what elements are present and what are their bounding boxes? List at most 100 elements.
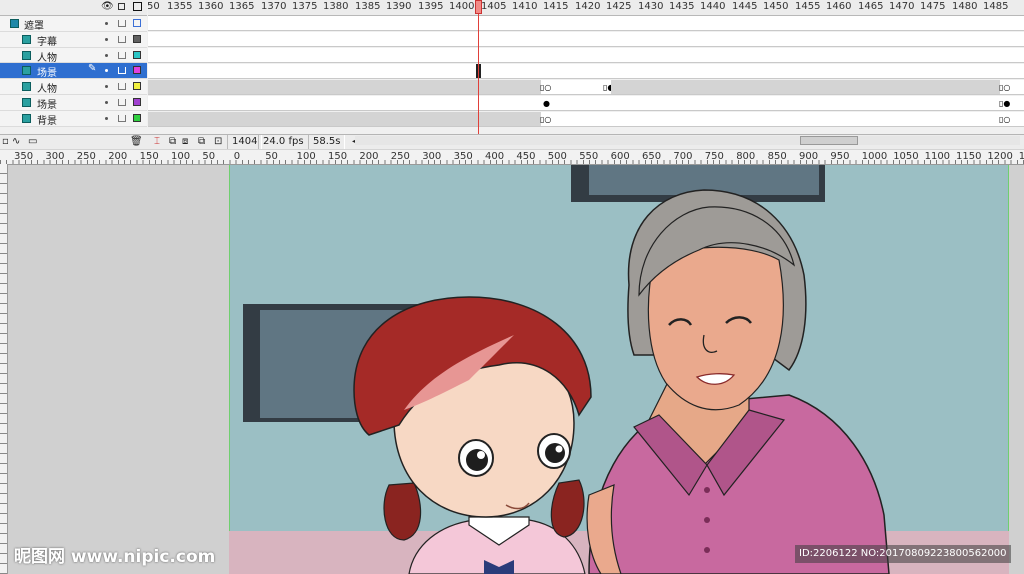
frame-number: 1440 (700, 1, 726, 12)
frame-number: 1445 (732, 1, 758, 12)
layer-row[interactable]: 场景 (0, 94, 147, 111)
stage-vertical-ruler (0, 164, 8, 574)
layer-list: 遮罩 字幕 人物 场景 ✎ 人物 场景 背景 (0, 16, 147, 127)
keyframe-marker[interactable]: ● (543, 99, 550, 108)
onion-outline-icon[interactable]: ⧈ (182, 135, 188, 149)
frame-number: 1370 (261, 1, 287, 12)
lock-icon[interactable] (118, 3, 125, 10)
layer-row[interactable]: 人物 (0, 47, 147, 64)
frame-row[interactable] (148, 32, 1024, 47)
layer-row[interactable]: 遮罩 (0, 16, 147, 32)
frame-row[interactable] (148, 16, 1024, 31)
layer-row-selected[interactable]: 场景 ✎ (0, 63, 147, 79)
watermark-text: 昵图网 www.nipic.com (14, 547, 216, 567)
lock-icon[interactable] (118, 67, 126, 75)
frame-number: 1410 (512, 1, 538, 12)
girl-eye-highlight (555, 445, 563, 453)
ruler-number: 850 (767, 151, 787, 162)
frame-number: 1360 (198, 1, 224, 12)
frame-number: 1355 (167, 1, 193, 12)
ruler-number: 250 (76, 151, 96, 162)
visibility-dot[interactable] (105, 100, 108, 104)
pencil-icon: ✎ (88, 63, 97, 75)
layer-color-swatch[interactable] (133, 50, 141, 59)
layer-color-swatch[interactable] (133, 113, 141, 122)
layer-color-swatch[interactable] (133, 97, 141, 106)
lock-icon[interactable] (118, 20, 126, 27)
lock-icon[interactable] (118, 114, 126, 122)
frame-row[interactable]: ▯○ ▯● ▯○ (148, 80, 1024, 95)
frame-rate[interactable]: 24.0 fps (258, 135, 309, 149)
edit-multiple-frames-icon[interactable]: ⧉ (198, 135, 205, 149)
tween-span (148, 80, 541, 94)
visibility-dot[interactable] (105, 53, 108, 57)
girl-braid-left (383, 482, 422, 541)
layer-row[interactable]: 背景 (0, 110, 147, 127)
onion-skin-icon[interactable]: ⧉ (169, 135, 176, 149)
visibility-dot[interactable] (105, 116, 108, 120)
eye-icon[interactable]: 👁 (101, 1, 114, 12)
frame-number: 1470 (889, 1, 915, 12)
keyframe-marker[interactable]: ▯○ (999, 115, 1010, 124)
lock-icon[interactable] (118, 98, 126, 106)
frame-number: 1450 (763, 1, 789, 12)
tween-span (148, 112, 541, 126)
layer-row[interactable]: 人物 (0, 79, 147, 95)
modify-markers-icon[interactable]: ⊡ (214, 135, 222, 149)
layer-color-swatch[interactable] (133, 19, 141, 27)
frame-ruler[interactable]: 50 1355 1360 1365 1370 1375 1380 1385 13… (148, 0, 1024, 16)
playhead[interactable] (475, 0, 482, 14)
stage-canvas[interactable] (229, 165, 1009, 574)
layer-name: 场景 (37, 68, 57, 80)
outline-icon[interactable] (133, 2, 142, 11)
frame-row[interactable]: ● ▯● (148, 96, 1024, 111)
shirt-button (704, 487, 710, 493)
keyframe-marker[interactable]: ▯○ (540, 115, 551, 124)
tween-span (611, 80, 1000, 94)
keyframe-marker[interactable]: ▯○ (540, 83, 551, 92)
visibility-dot[interactable] (105, 37, 108, 41)
layer-icon (22, 97, 31, 107)
frame-row[interactable] (148, 48, 1024, 63)
layer-name: 遮罩 (24, 21, 44, 32)
frame-row[interactable] (148, 64, 1024, 79)
frame-number: 1385 (355, 1, 381, 12)
motion-guide-icon[interactable]: ∿ (12, 135, 20, 149)
ruler-number: 550 (579, 151, 599, 162)
lock-icon[interactable] (118, 35, 126, 43)
folder-icon[interactable]: ▭ (28, 135, 37, 149)
visibility-dot[interactable] (105, 22, 108, 25)
trash-icon[interactable]: 🗑 (130, 135, 143, 149)
ruler-number: 50 (202, 151, 216, 162)
masked-layer-icon (22, 50, 31, 60)
lock-icon[interactable] (118, 51, 126, 59)
frame-row[interactable]: ▯○ ▯○ (148, 112, 1024, 127)
ruler-number: 400 (485, 151, 505, 162)
timeline-panel: 👁 遮罩 字幕 人物 场景 ✎ 人物 场景 背景 50 1355 1360 13… (0, 0, 1024, 134)
ruler-number: 650 (642, 151, 662, 162)
lock-icon[interactable] (118, 83, 126, 91)
layer-color-swatch[interactable] (133, 82, 141, 91)
layer-row[interactable]: 字幕 (0, 31, 147, 48)
ruler-number: 0 (233, 151, 241, 162)
keyframe-marker[interactable]: ▯○ (999, 83, 1010, 92)
ruler-number: 1250 (1019, 151, 1024, 162)
ruler-number: 200 (108, 151, 128, 162)
layer-color-swatch[interactable] (133, 66, 141, 75)
girl-pupil-left (466, 449, 488, 471)
frame-number: 1460 (826, 1, 852, 12)
timeline-scrollbar[interactable] (355, 136, 1020, 145)
frame-number: 1480 (952, 1, 978, 12)
keyframe-marker[interactable]: ▯● (999, 99, 1010, 108)
frame-grid[interactable]: ▯○ ▯● ▯○ ● ▯● ▯○ ▯○ (148, 16, 1024, 128)
scrollbar-thumb[interactable] (800, 136, 858, 145)
visibility-dot[interactable] (105, 69, 108, 73)
frame-number: 1485 (983, 1, 1009, 12)
new-layer-icon[interactable]: ▫ (2, 135, 9, 149)
visibility-dot[interactable] (105, 85, 108, 89)
layer-color-swatch[interactable] (133, 34, 141, 43)
layer-name: 人物 (37, 84, 57, 96)
stage-area[interactable] (8, 165, 1024, 574)
center-frame-icon[interactable]: ⌶ (154, 135, 160, 149)
girl-eye-highlight (477, 451, 485, 459)
